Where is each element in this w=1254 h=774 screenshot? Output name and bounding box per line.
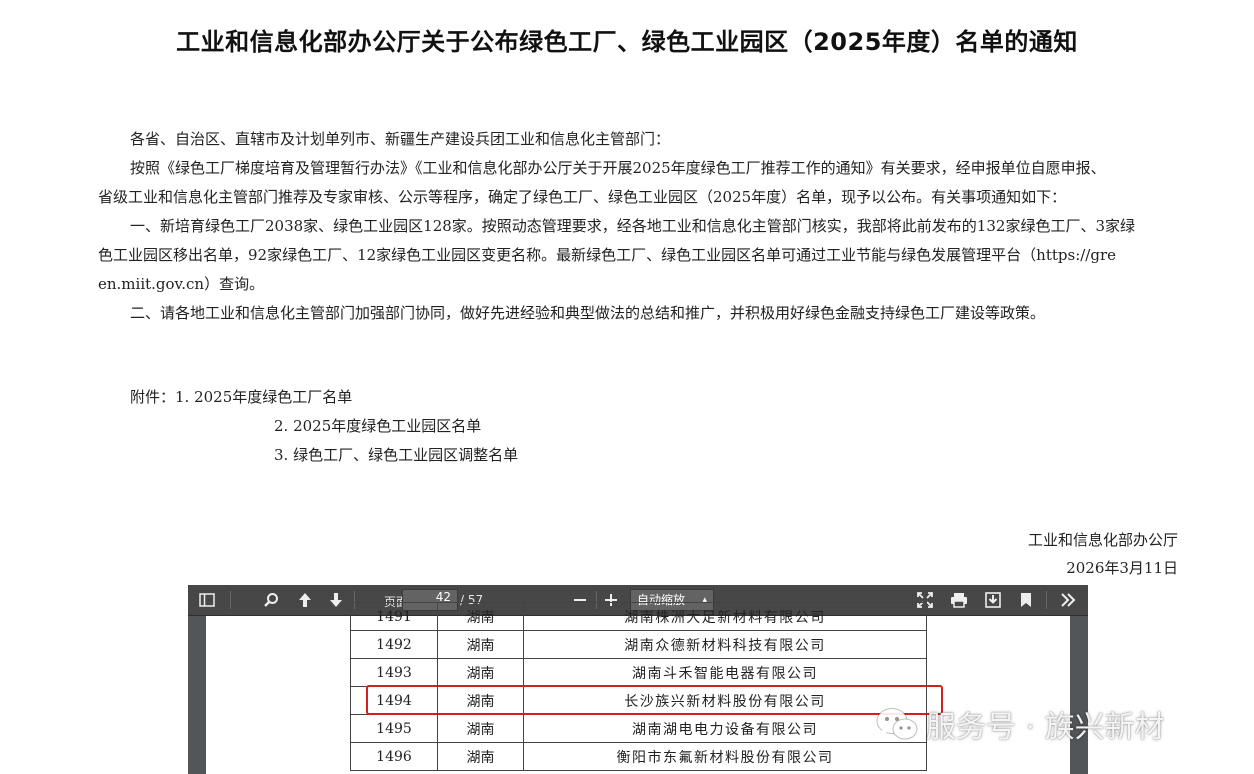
notice-body: 各省、自治区、直辖市及计划单列市、新疆生产建设兵团工业和信息化主管部门： 按照《… xyxy=(98,125,1180,328)
pdf-page: 1491 湖南 湖南株洲大足新材料有限公司 1492 湖南 湖南众德新材料科技有限公司 14… xyxy=(206,602,1070,774)
attachment-item[interactable]: 3. 绿色工厂、绿色工业园区调整名单 xyxy=(130,441,518,470)
sidebar-toggle-icon[interactable] xyxy=(196,585,218,615)
row-province: 湖南 xyxy=(437,602,524,631)
bookmark-icon[interactable] xyxy=(1015,585,1037,615)
page-title: 工业和信息化部办公厅关于公布绿色工厂、绿色工业园区（2025年度）名单的通知 xyxy=(176,28,1078,56)
attachment-item[interactable]: 2. 2025年度绿色工业园区名单 xyxy=(130,412,518,441)
search-icon[interactable] xyxy=(260,585,282,615)
toolbar-separator xyxy=(1046,591,1047,609)
row-province: 湖南 xyxy=(437,658,524,687)
row-province: 湖南 xyxy=(437,630,524,659)
double-chevron-right-icon[interactable] xyxy=(1056,585,1080,615)
table-row: 1492 湖南 湖南众德新材料科技有限公司 xyxy=(350,630,927,659)
signature-date: 2026年3月11日 xyxy=(1066,559,1178,577)
salutation: 各省、自治区、直辖市及计划单列市、新疆生产建设兵团工业和信息化主管部门： xyxy=(130,130,671,148)
paragraph-line: 色工业园区移出名单，92家绿色工厂、12家绿色工业园区变更名称。最新绿色工厂、绿… xyxy=(98,246,1117,264)
row-company: 衡阳市东氟新材料股份有限公司 xyxy=(523,742,927,771)
table-row: 1491 湖南 湖南株洲大足新材料有限公司 xyxy=(350,602,927,631)
row-number: 1495 xyxy=(350,714,438,743)
toolbar-separator xyxy=(230,591,231,609)
row-number: 1492 xyxy=(350,630,438,659)
wechat-icon xyxy=(876,708,918,740)
row-company: 湖南众德新材料科技有限公司 xyxy=(523,630,927,659)
paragraph-line: en.miit.gov.cn）查询。 xyxy=(98,275,265,293)
arrow-down-icon[interactable] xyxy=(325,585,347,615)
row-company: 湖南株洲大足新材料有限公司 xyxy=(523,602,927,631)
table-row: 1493 湖南 湖南斗禾智能电器有限公司 xyxy=(350,658,927,687)
row-company: 湖南湖电电力设备有限公司 xyxy=(523,714,927,743)
paragraph-line: 按照《绿色工厂梯度培育及管理暂行办法》《工业和信息化部办公厅关于开展2025年度… xyxy=(130,159,1106,177)
watermark-text: 服务号 · 族兴新材 xyxy=(926,710,1165,745)
arrow-up-icon[interactable] xyxy=(294,585,316,615)
highlight-box xyxy=(366,685,943,715)
wechat-watermark: 服务号 · 族兴新材 xyxy=(874,702,1165,746)
paragraph-line: 省级工业和信息化主管部门推荐及专家审核、公示等程序，确定了绿色工厂、绿色工业园区… xyxy=(98,188,1067,206)
attachments-list: 附件：1. 2025年度绿色工厂名单 2. 2025年度绿色工业园区名单 3. … xyxy=(130,383,518,470)
signature-block: 工业和信息化部办公厅 2026年3月11日 xyxy=(1028,526,1178,582)
paragraph-line: 一、新培育绿色工厂2038家、绿色工业园区128家。按照动态管理要求，经各地工业… xyxy=(130,217,1135,235)
row-number: 1493 xyxy=(350,658,438,687)
download-icon[interactable] xyxy=(982,585,1004,615)
row-number: 1496 xyxy=(350,742,438,771)
paragraph-line: 二、请各地工业和信息化主管部门加强部门协同，做好先进经验和典型做法的总结和推广，… xyxy=(130,304,1046,322)
table-row: 1495 湖南 湖南湖电电力设备有限公司 xyxy=(350,714,927,743)
table-row: 1496 湖南 衡阳市东氟新材料股份有限公司 xyxy=(350,742,927,771)
row-province: 湖南 xyxy=(437,742,524,771)
attachment-item[interactable]: 附件：1. 2025年度绿色工厂名单 xyxy=(130,383,518,412)
row-company: 湖南斗禾智能电器有限公司 xyxy=(523,658,927,687)
signature-org: 工业和信息化部办公厅 xyxy=(1027,531,1178,549)
row-province: 湖南 xyxy=(437,714,524,743)
row-number: 1491 xyxy=(350,602,438,631)
print-icon[interactable] xyxy=(948,585,970,615)
